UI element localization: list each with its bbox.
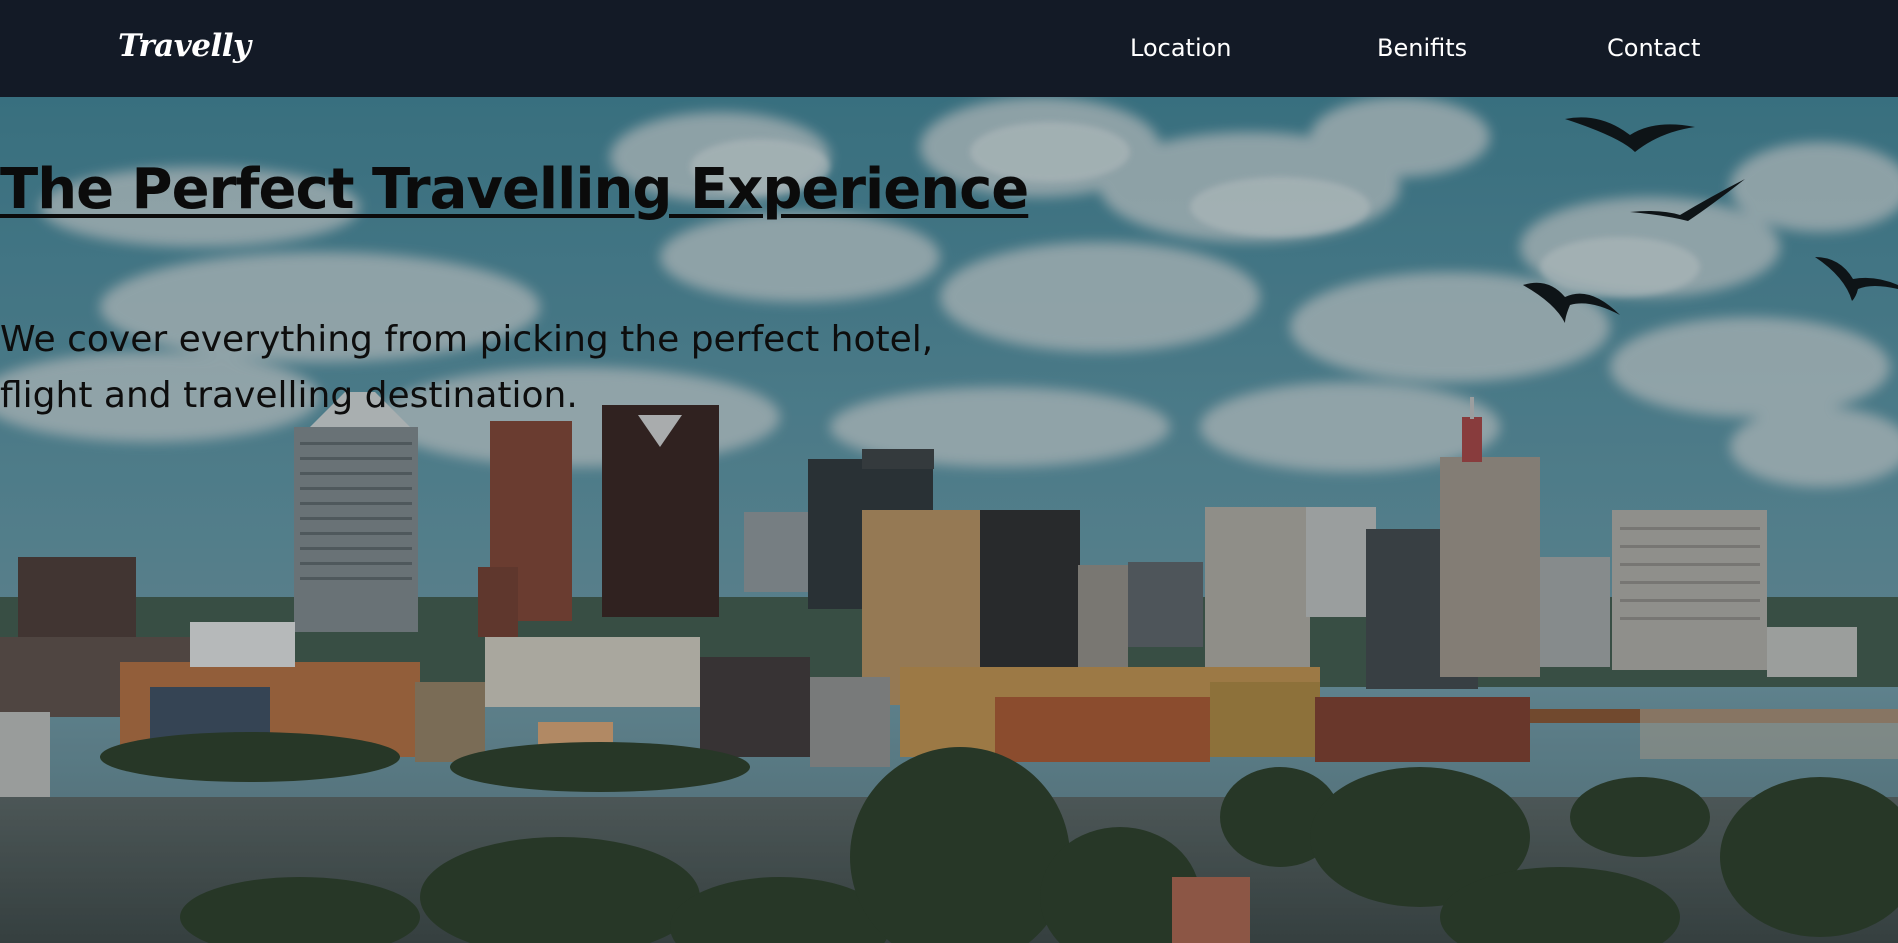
hero-title: The Perfect Travelling Experience bbox=[0, 157, 1029, 222]
nav-link-location[interactable]: Location bbox=[1130, 34, 1232, 62]
hero-section: The Perfect Travelling Experience We cov… bbox=[0, 97, 1898, 943]
nav-link-contact[interactable]: Contact bbox=[1607, 34, 1700, 62]
nav-link-benefits[interactable]: Benifits bbox=[1377, 34, 1467, 62]
hero-description: We cover everything from picking the per… bbox=[0, 319, 934, 416]
travelly-logo[interactable]: Travelly bbox=[118, 28, 251, 64]
hero-background-image bbox=[0, 97, 1898, 943]
top-navbar: Travelly Location Benifits Contact bbox=[0, 0, 1898, 97]
